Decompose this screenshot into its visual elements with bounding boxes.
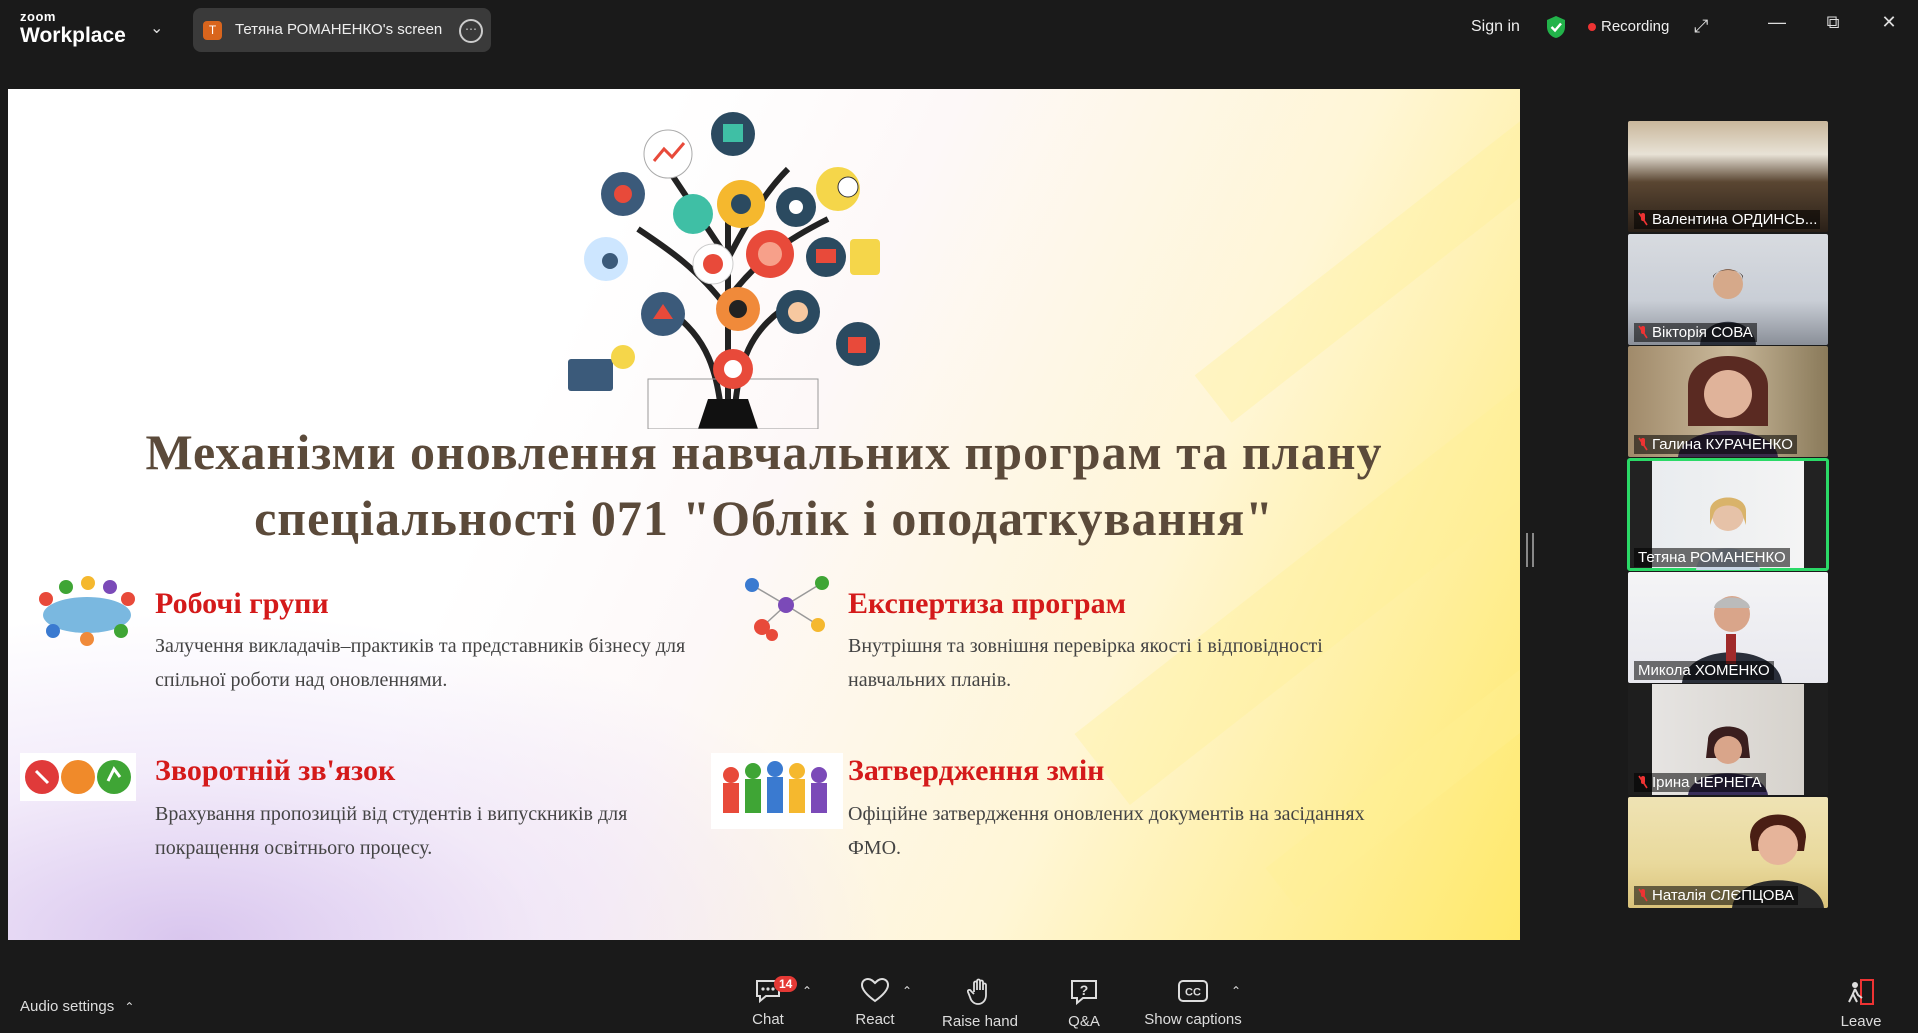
record-dot-icon <box>1588 23 1596 32</box>
section-title-approval: Затвердження змін <box>848 754 1105 787</box>
qa-label: Q&A <box>1068 1013 1100 1030</box>
react-label: React <box>855 1011 895 1028</box>
raise-hand-button[interactable]: Raise hand <box>942 978 1018 1030</box>
section-title-working-groups: Робочі групи <box>155 587 329 620</box>
chat-unread-badge: 14 <box>774 976 798 992</box>
chat-button[interactable]: 14 Chat <box>750 976 798 1028</box>
mic-muted-icon <box>1638 325 1648 339</box>
section-title-feedback: Зворотній зв'язок <box>155 754 396 787</box>
fullscreen-icon[interactable]: ⤢ <box>1694 16 1708 37</box>
participant-tile-active-speaker[interactable]: Тетяна РОМАНЕНКО <box>1627 458 1829 571</box>
participant-name: Тетяна РОМАНЕНКО <box>1634 548 1790 567</box>
participant-tile[interactable]: Галина КУРАЧЕНКО <box>1628 346 1828 457</box>
participant-tile[interactable]: Микола ХОМЕНКО <box>1628 572 1828 683</box>
panel-resize-handle[interactable] <box>1526 533 1534 567</box>
section-desc-line: Офіційне затвердження оновлених документ… <box>848 803 1365 825</box>
participant-name-text: Ірина ЧЕРНЕГА <box>1652 774 1762 791</box>
sharer-avatar: T <box>203 21 222 40</box>
restore-icon[interactable]: ⧉ <box>1818 12 1848 33</box>
section-title-program-expertise: Експертиза програм <box>848 587 1127 620</box>
participant-name: Вікторія СОВА <box>1634 323 1757 342</box>
slide-decor-stripe <box>1194 89 1520 423</box>
recording-label: Recording <box>1601 18 1670 35</box>
participant-name-text: Галина КУРАЧЕНКО <box>1652 436 1793 453</box>
more-options-icon[interactable]: ⋯ <box>459 19 483 43</box>
section-desc-line: спільної роботи над оновленнями. <box>155 669 448 691</box>
heart-icon <box>860 977 890 1003</box>
leave-label: Leave <box>1840 1013 1882 1030</box>
raise-hand-label: Raise hand <box>942 1013 1018 1030</box>
audio-settings-label: Audio settings <box>20 998 115 1015</box>
logo-zoom-text: zoom <box>20 9 56 24</box>
leave-door-icon <box>1848 979 1874 1005</box>
leave-button[interactable]: Leave <box>1836 978 1886 1030</box>
shared-screen-tab[interactable]: T Тетяна РОМАНЕНКО's screen ⋯ <box>193 8 491 52</box>
chat-options-chevron-icon[interactable]: ⌃ <box>802 984 812 998</box>
team-people-icon <box>711 753 843 829</box>
top-bar: zoom Workplace ⌄ T Тетяна РОМАНЕНКО's sc… <box>0 0 1918 57</box>
participant-tile[interactable]: Валентина ОРДИНСЬ... <box>1628 121 1828 232</box>
show-captions-label: Show captions <box>1144 1011 1242 1028</box>
svg-text:CC: CC <box>1185 987 1201 999</box>
shield-check-icon[interactable] <box>1545 15 1567 44</box>
shared-slide: Механізми оновлення навчальних програм т… <box>8 89 1520 940</box>
participant-name: Валентина ОРДИНСЬ... <box>1634 210 1820 229</box>
section-desc-feedback: Врахування пропозицій від студентів і ви… <box>155 797 627 865</box>
question-bubble-icon: ? <box>1071 980 1097 1006</box>
svg-text:?: ? <box>1080 982 1089 998</box>
section-desc-approval: Офіційне затвердження оновлених документ… <box>848 797 1365 865</box>
audio-settings-button[interactable]: Audio settings ⌃ <box>20 998 134 1015</box>
section-desc-line: навчальних планів. <box>848 669 1012 691</box>
zoom-workplace-logo[interactable]: zoom Workplace <box>20 10 126 46</box>
participant-tile[interactable]: Наталія СЛЄПЦОВА <box>1628 797 1828 908</box>
tree-illustration-icon <box>568 112 880 429</box>
mic-muted-icon <box>1638 212 1648 226</box>
sign-in-button[interactable]: Sign in <box>1471 18 1520 36</box>
minimize-icon[interactable]: — <box>1762 12 1792 33</box>
captions-options-chevron-icon[interactable]: ⌃ <box>1231 984 1241 998</box>
section-desc-program-expertise: Внутрішня та зовнішня перевірка якості і… <box>848 629 1323 697</box>
participant-name: Микола ХОМЕНКО <box>1634 661 1774 680</box>
mic-muted-icon <box>1638 775 1648 789</box>
section-desc-line: ФМО. <box>848 837 902 859</box>
slide-title: Механізми оновлення навчальних програм т… <box>8 419 1520 551</box>
participant-name-text: Наталія СЛЄПЦОВА <box>1652 887 1794 904</box>
recording-indicator[interactable]: Recording <box>1588 18 1669 35</box>
participant-name: Галина КУРАЧЕНКО <box>1634 435 1797 454</box>
participant-tile[interactable]: Вікторія СОВА <box>1628 234 1828 345</box>
participant-name-text: Тетяна РОМАНЕНКО <box>1638 549 1786 566</box>
logo-workplace-text: Workplace <box>20 24 126 47</box>
section-desc-line: покращення освітнього процесу. <box>155 837 433 859</box>
chevron-up-icon: ⌃ <box>124 1000 135 1014</box>
react-button[interactable]: React <box>855 977 895 1028</box>
qa-button[interactable]: ? Q&A <box>1066 978 1102 1030</box>
participant-name-text: Вікторія СОВА <box>1652 324 1753 341</box>
meeting-toolbar: Audio settings ⌃ 14 Chat ⌃ React ⌃ Raise… <box>0 968 1918 1033</box>
section-desc-line: Залучення викладачів–практиків та предст… <box>155 635 686 657</box>
mic-muted-icon <box>1638 888 1648 902</box>
slide-title-line-1: Механізми оновлення навчальних програм т… <box>145 424 1383 480</box>
participant-name-text: Валентина ОРДИНСЬ... <box>1652 211 1818 228</box>
participant-name-text: Микола ХОМЕНКО <box>1638 662 1770 679</box>
network-people-icon <box>745 576 829 641</box>
slide-title-line-2: спеціальності 071 "Облік і оподаткування… <box>254 490 1274 546</box>
working-group-icon <box>39 576 135 646</box>
chat-label: Chat <box>752 1011 784 1028</box>
raise-hand-icon <box>966 978 987 1005</box>
participant-name: Наталія СЛЄПЦОВА <box>1634 886 1798 905</box>
section-desc-line: Врахування пропозицій від студентів і ви… <box>155 803 628 825</box>
feedback-thumbs-icon <box>20 753 136 801</box>
participant-tile[interactable]: Ірина ЧЕРНЕГА <box>1628 684 1828 795</box>
shared-screen-label: Тетяна РОМАНЕНКО's screen <box>235 21 443 38</box>
participant-name: Ірина ЧЕРНЕГА <box>1634 773 1766 792</box>
react-options-chevron-icon[interactable]: ⌃ <box>902 984 912 998</box>
chevron-down-icon[interactable]: ⌄ <box>150 18 163 38</box>
mic-muted-icon <box>1638 437 1648 451</box>
section-desc-working-groups: Залучення викладачів–практиків та предст… <box>155 629 685 697</box>
close-icon[interactable]: ✕ <box>1874 12 1904 33</box>
closed-captions-icon: CC <box>1178 980 1208 1002</box>
section-desc-line: Внутрішня та зовнішня перевірка якості і… <box>848 635 1323 657</box>
